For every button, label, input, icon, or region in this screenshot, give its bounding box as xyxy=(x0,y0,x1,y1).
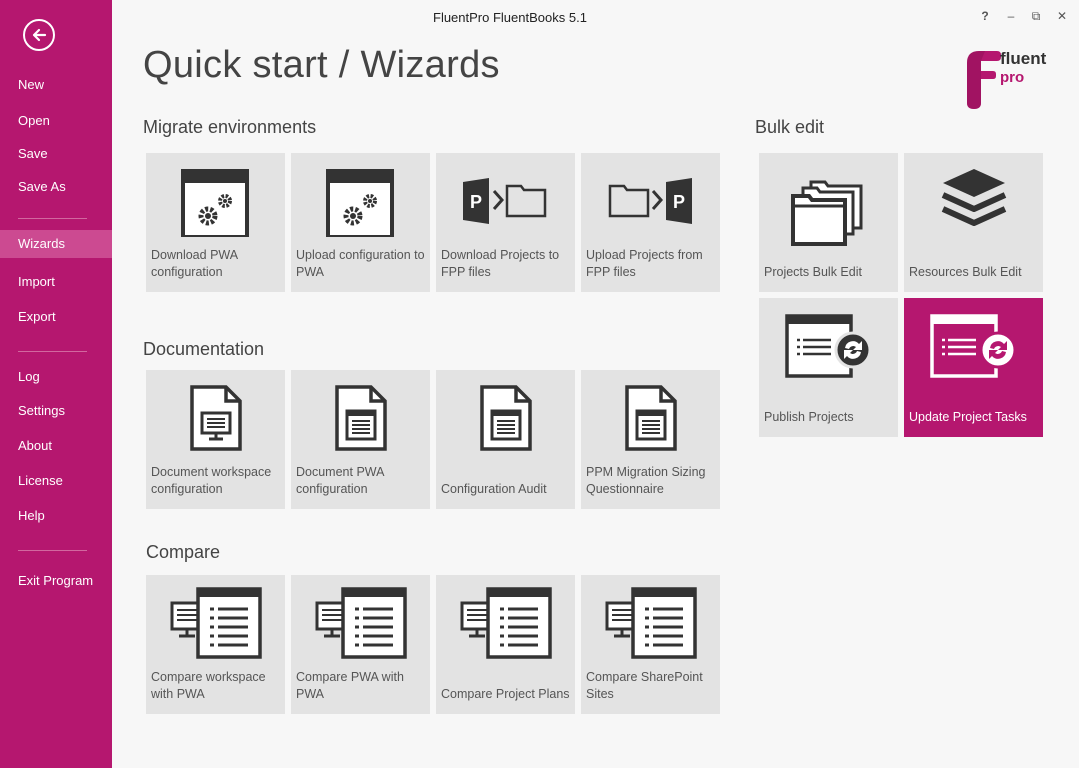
tile-label: Document PWA configuration xyxy=(296,465,384,496)
tile-download-pwa-configuration[interactable]: Download PWA configuration xyxy=(146,153,285,292)
tile-ppm-migration-sizing-questionnaire[interactable]: PPM Migration Sizing Questionnaire xyxy=(581,370,720,509)
document-list-icon xyxy=(291,370,430,465)
tile-upload-configuration-to-pwa[interactable]: Upload configuration to PWA xyxy=(291,153,430,292)
sidebar: New Open Save Save As Wizards Import Exp… xyxy=(0,0,112,768)
help-button[interactable]: ? xyxy=(978,8,992,24)
close-button[interactable]: ✕ xyxy=(1055,8,1069,24)
tile-configuration-audit[interactable]: Configuration Audit xyxy=(436,370,575,509)
minimize-button[interactable]: – xyxy=(1004,8,1018,24)
tile-label: Download Projects to FPP files xyxy=(441,248,560,279)
back-button[interactable] xyxy=(23,19,55,51)
tile-label: Update Project Tasks xyxy=(909,410,1027,424)
sidebar-divider xyxy=(18,351,87,352)
section-title-compare: Compare xyxy=(146,542,221,562)
sidebar-item-about[interactable]: About xyxy=(0,432,112,460)
tile-label: Compare PWA with PWA xyxy=(296,670,404,701)
sidebar-item-wizards[interactable]: Wizards xyxy=(0,230,112,258)
tile-label: Upload Projects from FPP files xyxy=(586,248,703,279)
tile-document-workspace-configuration[interactable]: Document workspace configuration xyxy=(146,370,285,509)
tile-compare-pwa-with-pwa[interactable]: Compare PWA with PWA xyxy=(291,575,430,714)
sidebar-item-new[interactable]: New xyxy=(0,71,112,99)
project-to-folder-icon: P xyxy=(436,153,575,248)
tile-resources-bulk-edit[interactable]: Resources Bulk Edit xyxy=(904,153,1043,292)
tile-label: Projects Bulk Edit xyxy=(764,265,862,279)
page-title: Quick start / Wizards xyxy=(143,44,500,86)
folder-to-project-icon: P xyxy=(581,153,720,248)
tile-download-projects-to-fpp[interactable]: P Download Projects to FPP files xyxy=(436,153,575,292)
compare-icon xyxy=(291,575,430,670)
tile-document-pwa-configuration[interactable]: Document PWA configuration xyxy=(291,370,430,509)
tile-label: Publish Projects xyxy=(764,410,854,424)
sidebar-item-settings[interactable]: Settings xyxy=(0,397,112,425)
tile-compare-workspace-with-pwa[interactable]: Compare workspace with PWA xyxy=(146,575,285,714)
sidebar-item-help[interactable]: Help xyxy=(0,502,112,530)
sidebar-item-open[interactable]: Open xyxy=(0,107,112,135)
tile-label: Resources Bulk Edit xyxy=(909,265,1022,279)
tile-label: Download PWA configuration xyxy=(151,248,238,279)
window-title: FluentPro FluentBooks 5.1 xyxy=(433,10,587,25)
tile-label: Compare Project Plans xyxy=(441,687,570,701)
restore-button[interactable]: ⧉ xyxy=(1029,8,1043,24)
sidebar-item-save-as[interactable]: Save As xyxy=(0,173,112,201)
svg-text:P: P xyxy=(470,192,482,212)
sidebar-item-import[interactable]: Import xyxy=(0,268,112,296)
document-list-icon xyxy=(581,370,720,465)
stacked-folders-icon xyxy=(759,153,898,273)
sidebar-item-save[interactable]: Save xyxy=(0,140,112,168)
tile-compare-sharepoint-sites[interactable]: Compare SharePoint Sites xyxy=(581,575,720,714)
publish-sync-icon xyxy=(759,298,898,388)
fluentpro-logo: fluent pro xyxy=(963,47,1053,115)
compare-icon xyxy=(581,575,720,670)
sidebar-divider xyxy=(18,550,87,551)
svg-text:fluent: fluent xyxy=(1000,49,1047,68)
tile-upload-projects-from-fpp[interactable]: P Upload Projects from FPP files xyxy=(581,153,720,292)
compare-icon xyxy=(436,575,575,670)
sidebar-item-export[interactable]: Export xyxy=(0,303,112,331)
back-arrow-icon xyxy=(32,28,47,42)
section-title-documentation: Documentation xyxy=(143,339,265,359)
tile-publish-projects[interactable]: Publish Projects xyxy=(759,298,898,437)
tile-projects-bulk-edit[interactable]: Projects Bulk Edit xyxy=(759,153,898,292)
document-monitor-icon xyxy=(146,370,285,465)
tile-label: PPM Migration Sizing Questionnaire xyxy=(586,465,706,496)
layers-icon xyxy=(904,153,1043,243)
update-sync-icon xyxy=(904,298,1043,388)
sidebar-divider xyxy=(18,218,87,219)
sidebar-item-license[interactable]: License xyxy=(0,467,112,495)
svg-text:P: P xyxy=(673,192,685,212)
tile-label: Configuration Audit xyxy=(441,482,547,496)
tile-label: Compare workspace with PWA xyxy=(151,670,266,701)
sidebar-item-exit-program[interactable]: Exit Program xyxy=(0,567,112,595)
document-list-icon xyxy=(436,370,575,465)
gears-window-icon xyxy=(146,153,285,248)
sidebar-item-log[interactable]: Log xyxy=(0,363,112,391)
svg-text:pro: pro xyxy=(1000,69,1024,86)
gears-window-icon xyxy=(291,153,430,248)
tile-update-project-tasks[interactable]: Update Project Tasks xyxy=(904,298,1043,437)
section-title-bulk-edit: Bulk edit xyxy=(755,117,825,137)
section-title-migrate: Migrate environments xyxy=(143,117,317,137)
tile-compare-project-plans[interactable]: Compare Project Plans xyxy=(436,575,575,714)
tile-label: Document workspace configuration xyxy=(151,465,272,496)
tile-label: Compare SharePoint Sites xyxy=(586,670,703,701)
tile-label: Upload configuration to PWA xyxy=(296,248,425,279)
compare-icon xyxy=(146,575,285,670)
